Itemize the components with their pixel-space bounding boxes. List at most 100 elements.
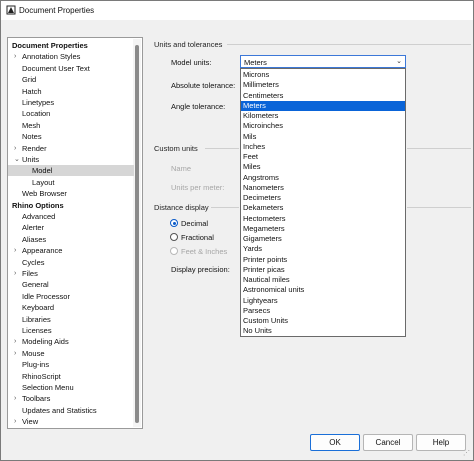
- tree-item[interactable]: Licenses: [8, 325, 134, 336]
- tree-item[interactable]: Hatch: [8, 86, 134, 97]
- tree-item-label: Mouse: [22, 348, 45, 358]
- cancel-button[interactable]: Cancel: [363, 434, 413, 451]
- tree-item[interactable]: Advanced: [8, 211, 134, 222]
- dropdown-option[interactable]: Printer points: [241, 255, 405, 265]
- dropdown-option[interactable]: Gigameters: [241, 234, 405, 244]
- tree-scrollbar[interactable]: [133, 39, 141, 427]
- chevron-right-icon[interactable]: ›: [14, 336, 16, 347]
- dropdown-option[interactable]: Yards: [241, 244, 405, 254]
- dropdown-option[interactable]: Hectometers: [241, 214, 405, 224]
- tree-item[interactable]: Cycles: [8, 257, 134, 268]
- settings-tree[interactable]: Document Properties › Annotation Styles Doc…: [7, 37, 143, 429]
- dropdown-option[interactable]: Lightyears: [241, 296, 405, 306]
- tree-item[interactable]: › Modeling Aids: [8, 336, 134, 347]
- dropdown-option[interactable]: Centimeters: [241, 91, 405, 101]
- help-button[interactable]: Help: [416, 434, 466, 451]
- dropdown-option[interactable]: Dekameters: [241, 203, 405, 213]
- tree-item[interactable]: › Toolbars: [8, 393, 134, 404]
- dropdown-option[interactable]: Microinches: [241, 121, 405, 131]
- tree-item[interactable]: Layout: [8, 177, 134, 188]
- tree-item-label: Grid: [22, 75, 37, 85]
- dropdown-option[interactable]: Printer picas: [241, 265, 405, 275]
- tree-item[interactable]: Location: [8, 108, 134, 119]
- tree-item-label: Keyboard: [22, 303, 55, 313]
- tree-item[interactable]: Model: [8, 165, 134, 177]
- tree-item[interactable]: Rhino Options: [8, 200, 134, 211]
- tree-item-label: Web Browser: [22, 189, 67, 199]
- resize-grip-icon[interactable]: ⋰: [463, 449, 470, 457]
- dropdown-option[interactable]: Meters: [241, 100, 405, 111]
- tree-item[interactable]: Keyboard: [8, 302, 134, 313]
- tree-item[interactable]: Plug-ins: [8, 359, 134, 370]
- angle-tolerance-label: Angle tolerance:: [171, 102, 226, 111]
- chevron-right-icon[interactable]: ›: [14, 143, 16, 154]
- tree-item[interactable]: Selection Menu: [8, 382, 134, 393]
- dropdown-option[interactable]: Custom Units: [241, 316, 405, 326]
- tree-item[interactable]: Libraries: [8, 314, 134, 325]
- tree-item-label: General: [22, 280, 49, 290]
- fractional-label: Fractional: [181, 233, 214, 242]
- dropdown-option[interactable]: Feet: [241, 152, 405, 162]
- chevron-right-icon[interactable]: ›: [14, 416, 16, 427]
- group-divider: [227, 44, 471, 45]
- tree-item[interactable]: › Mouse: [8, 348, 134, 359]
- model-units-select[interactable]: Meters ⌄: [240, 55, 406, 68]
- dropdown-option[interactable]: Millimeters: [241, 80, 405, 90]
- tree-item[interactable]: Alerter: [8, 222, 134, 233]
- tree-item-label: Cycles: [22, 257, 45, 267]
- dropdown-option[interactable]: Decimeters: [241, 193, 405, 203]
- dropdown-option[interactable]: Miles: [241, 162, 405, 172]
- tree-item[interactable]: › Render: [8, 143, 134, 154]
- tree-item[interactable]: Document User Text: [8, 63, 134, 74]
- chevron-down-icon: ⌄: [396, 58, 402, 65]
- dropdown-option[interactable]: Astronomical units: [241, 285, 405, 295]
- decimal-radio[interactable]: [170, 219, 178, 227]
- dropdown-option[interactable]: Parsecs: [241, 306, 405, 316]
- tree-item[interactable]: RhinoScript: [8, 371, 134, 382]
- tree-item[interactable]: › Appearance: [8, 245, 134, 256]
- tree-scrollbar-thumb[interactable]: [135, 45, 139, 423]
- tree-item[interactable]: Grid: [8, 74, 134, 85]
- group-divider: [211, 207, 239, 208]
- tree-item[interactable]: › View: [8, 416, 134, 427]
- fractional-radio[interactable]: [170, 233, 178, 241]
- tree-item[interactable]: Notes: [8, 131, 134, 142]
- ok-button[interactable]: OK: [310, 434, 360, 451]
- chevron-down-icon[interactable]: ⌄: [14, 154, 20, 165]
- dropdown-option[interactable]: Angstroms: [241, 173, 405, 183]
- dropdown-option[interactable]: Microns: [241, 70, 405, 80]
- feet-inches-radio[interactable]: [170, 247, 178, 255]
- tree-item-label: Notes: [22, 132, 42, 142]
- units-per-meter-label: Units per meter:: [171, 183, 225, 192]
- chevron-right-icon[interactable]: ›: [14, 393, 16, 404]
- dropdown-option[interactable]: Megameters: [241, 224, 405, 234]
- chevron-right-icon[interactable]: ›: [14, 51, 16, 62]
- dropdown-option[interactable]: Inches: [241, 142, 405, 152]
- window-title: Document Properties: [19, 6, 95, 15]
- group-divider: [205, 148, 239, 149]
- tree-item[interactable]: Linetypes: [8, 97, 134, 108]
- dropdown-option[interactable]: Nanometers: [241, 183, 405, 193]
- tree-item[interactable]: General: [8, 279, 134, 290]
- tree-item-label: Linetypes: [22, 98, 55, 107]
- tree-item[interactable]: Document Properties: [8, 40, 134, 51]
- chevron-right-icon[interactable]: ›: [14, 268, 16, 279]
- dropdown-option[interactable]: Nautical miles: [241, 275, 405, 285]
- tree-item[interactable]: Updates and Statistics: [8, 405, 134, 416]
- tree-item[interactable]: › Files: [8, 268, 134, 279]
- tree-item[interactable]: Aliases: [8, 234, 134, 245]
- tree-item[interactable]: › Annotation Styles: [8, 51, 134, 62]
- tree-item[interactable]: ⌄ Units: [8, 154, 134, 165]
- tree-item-label: Alerter: [22, 223, 45, 233]
- tree-item[interactable]: Web Browser: [8, 188, 134, 199]
- tree-item[interactable]: Mesh: [8, 120, 134, 131]
- display-precision-label: Display precision:: [171, 265, 230, 274]
- chevron-right-icon[interactable]: ›: [14, 245, 16, 256]
- dropdown-option[interactable]: Kilometers: [241, 111, 405, 121]
- model-units-dropdown-list[interactable]: Microns Millimeters Centimeters Meters Kilom…: [240, 68, 406, 337]
- chevron-right-icon[interactable]: ›: [14, 348, 16, 359]
- tree-item-label: Licenses: [22, 326, 52, 335]
- dropdown-option[interactable]: Mils: [241, 132, 405, 142]
- tree-item[interactable]: Idle Processor: [8, 291, 134, 302]
- dropdown-option[interactable]: No Units: [241, 326, 405, 336]
